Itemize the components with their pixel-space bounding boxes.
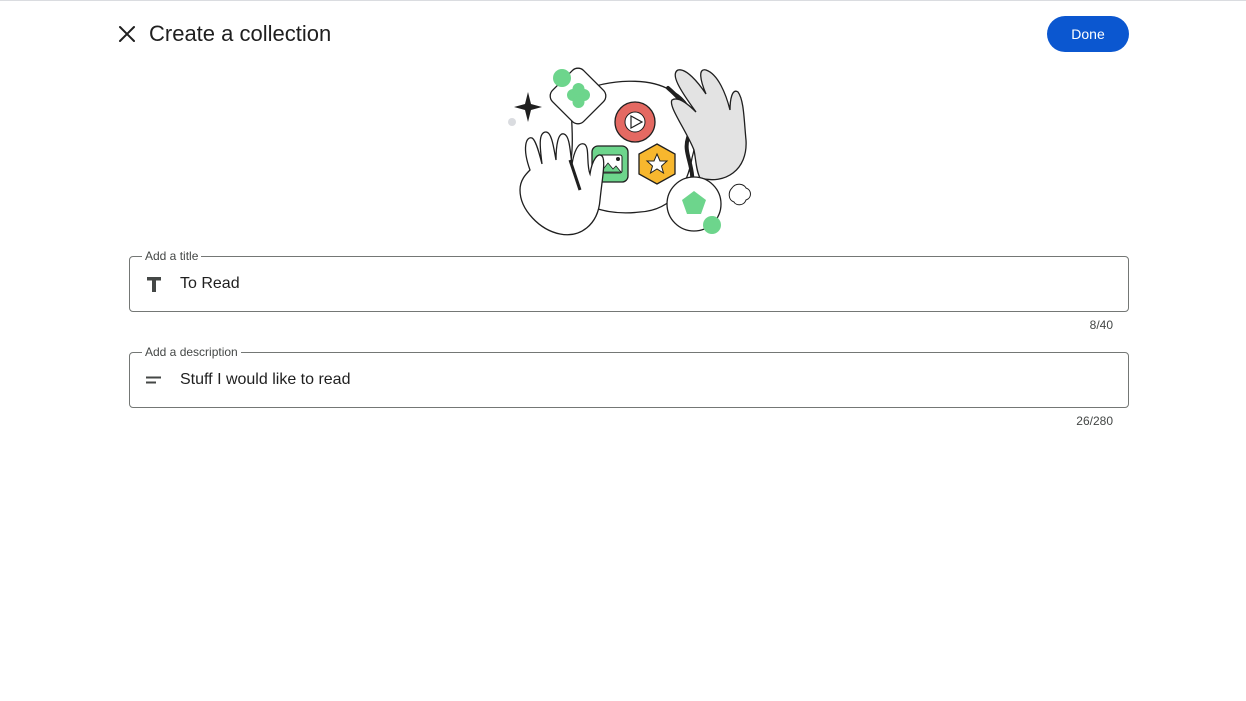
sparkle-icon — [514, 92, 542, 122]
close-button[interactable] — [113, 20, 141, 48]
title-input[interactable] — [180, 257, 1110, 311]
description-input[interactable] — [180, 353, 1110, 407]
close-icon — [119, 26, 135, 42]
description-field[interactable]: Add a description — [129, 345, 1129, 408]
top-divider — [0, 0, 1246, 1]
short-text-icon — [146, 376, 161, 384]
collection-illustration — [508, 67, 751, 236]
page-title: Create a collection — [149, 21, 332, 46]
done-button[interactable]: Done — [1047, 16, 1129, 52]
title-char-counter: 8/40 — [1089, 318, 1113, 332]
text-format-icon — [147, 277, 161, 292]
title-field[interactable]: Add a title — [129, 249, 1129, 312]
description-char-counter: 26/280 — [1076, 414, 1113, 428]
